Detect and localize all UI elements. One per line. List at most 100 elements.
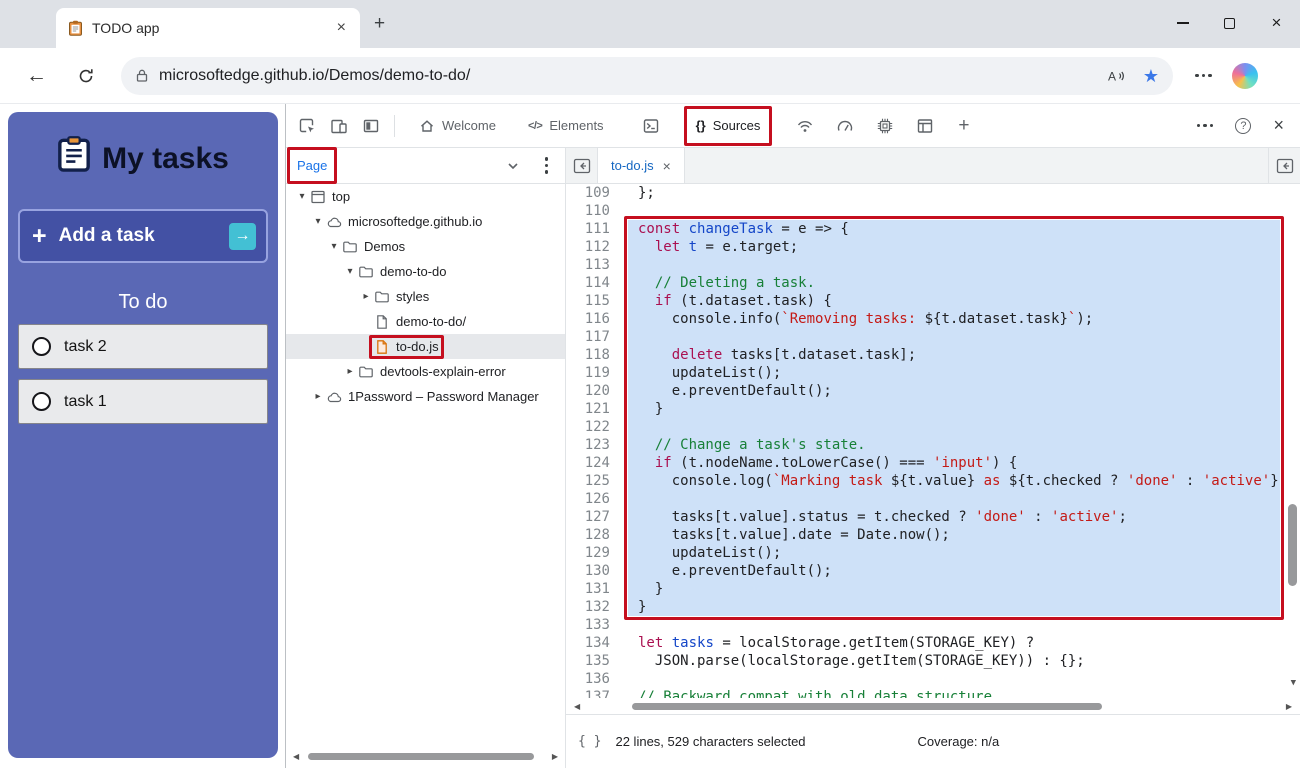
line-number[interactable]: 109 — [566, 184, 622, 202]
line-content[interactable] — [628, 202, 1280, 220]
help-icon[interactable]: ? — [1235, 118, 1251, 134]
line-content[interactable]: if (t.dataset.task) { — [628, 292, 1280, 310]
line-number[interactable]: 110 — [566, 202, 622, 220]
line-number[interactable]: 135 — [566, 652, 622, 670]
tree-item-to-do-js[interactable]: to-do.js — [286, 334, 565, 359]
tree-item-demo-to-do[interactable]: demo-to-do/ — [286, 309, 565, 334]
tree-item-1password-password-manager[interactable]: ▸1Password – Password Manager — [286, 384, 565, 409]
code-line-119[interactable]: 119 updateList(); — [566, 364, 1300, 382]
tab-sources[interactable]: {} Sources — [686, 104, 771, 148]
network-tab-icon[interactable] — [796, 117, 814, 135]
code-line-115[interactable]: 115 if (t.dataset.task) { — [566, 292, 1300, 310]
tree-item-devtools-explain-error[interactable]: ▸devtools-explain-error — [286, 359, 565, 384]
code-editor[interactable]: 109};110111const changeTask = e => {112 … — [566, 184, 1300, 698]
code-line-128[interactable]: 128 tasks[t.value].date = Date.now(); — [566, 526, 1300, 544]
code-line-130[interactable]: 130 e.preventDefault(); — [566, 562, 1300, 580]
task-item[interactable]: task 1 — [18, 379, 268, 424]
line-number[interactable]: 124 — [566, 454, 622, 472]
code-line-110[interactable]: 110 — [566, 202, 1300, 220]
line-number[interactable]: 128 — [566, 526, 622, 544]
scroll-left-icon[interactable]: ◀ — [574, 702, 580, 711]
code-line-121[interactable]: 121 } — [566, 400, 1300, 418]
line-content[interactable] — [628, 256, 1280, 274]
line-content[interactable]: } — [628, 580, 1280, 598]
line-number[interactable]: 126 — [566, 490, 622, 508]
line-number[interactable]: 129 — [566, 544, 622, 562]
pretty-print-icon[interactable]: { } — [578, 734, 601, 749]
line-content[interactable] — [628, 616, 1280, 634]
navigator-tab-page[interactable]: Page — [297, 158, 327, 173]
code-line-111[interactable]: 111const changeTask = e => { — [566, 220, 1300, 238]
url-text[interactable]: microsoftedge.github.io/Demos/demo-to-do… — [159, 67, 1108, 85]
task-checkbox[interactable] — [32, 337, 51, 356]
console-tab-icon[interactable] — [642, 117, 660, 135]
code-line-113[interactable]: 113 — [566, 256, 1300, 274]
line-number[interactable]: 122 — [566, 418, 622, 436]
tree-item-styles[interactable]: ▸styles — [286, 284, 565, 309]
code-line-126[interactable]: 126 — [566, 490, 1300, 508]
add-task-button[interactable]: + Add a task → — [18, 209, 268, 263]
line-number[interactable]: 111 — [566, 220, 622, 238]
scroll-right-icon[interactable]: ▶ — [552, 752, 558, 761]
code-line-132[interactable]: 132} — [566, 598, 1300, 616]
editor-scrollbar-thumb[interactable] — [632, 703, 1102, 710]
line-number[interactable]: 125 — [566, 472, 622, 490]
code-line-136[interactable]: 136 — [566, 670, 1300, 688]
new-tab-button[interactable]: + — [374, 13, 385, 35]
line-content[interactable]: if (t.nodeName.toLowerCase() === 'input'… — [628, 454, 1280, 472]
read-aloud-icon[interactable]: A — [1108, 69, 1125, 83]
navigator-scrollbar-thumb[interactable] — [308, 753, 534, 760]
code-line-137[interactable]: 137// Backward compat with old data stru… — [566, 688, 1300, 698]
line-content[interactable]: // Deleting a task. — [628, 274, 1280, 292]
devtools-close-icon[interactable]: × — [1273, 115, 1284, 136]
editor-tab-to-do-js[interactable]: to-do.js × — [598, 148, 685, 183]
line-number[interactable]: 118 — [566, 346, 622, 364]
line-number[interactable]: 114 — [566, 274, 622, 292]
browser-tab[interactable]: TODO app × — [56, 8, 360, 48]
browser-menu-icon[interactable] — [1195, 74, 1212, 78]
scroll-left-icon[interactable]: ◀ — [293, 752, 299, 761]
expand-icon[interactable]: ▸ — [358, 291, 374, 302]
line-number[interactable]: 119 — [566, 364, 622, 382]
line-content[interactable]: tasks[t.value].status = t.checked ? 'don… — [628, 508, 1280, 526]
line-number[interactable]: 136 — [566, 670, 622, 688]
back-button[interactable]: ← — [26, 64, 47, 88]
line-content[interactable] — [628, 670, 1280, 688]
collapse-icon[interactable]: ▾ — [342, 266, 358, 277]
line-number[interactable]: 131 — [566, 580, 622, 598]
line-number[interactable]: 120 — [566, 382, 622, 400]
tree-item-top[interactable]: ▾top — [286, 184, 565, 209]
code-line-135[interactable]: 135 JSON.parse(localStorage.getItem(STOR… — [566, 652, 1300, 670]
line-content[interactable]: }; — [628, 184, 1280, 202]
line-number[interactable]: 115 — [566, 292, 622, 310]
application-tab-icon[interactable] — [916, 117, 934, 135]
line-number[interactable]: 121 — [566, 400, 622, 418]
code-line-114[interactable]: 114 // Deleting a task. — [566, 274, 1300, 292]
tab-elements[interactable]: </> Elements — [518, 104, 614, 148]
tab-welcome[interactable]: Welcome — [409, 104, 506, 148]
line-content[interactable]: } — [628, 400, 1280, 418]
line-number[interactable]: 132 — [566, 598, 622, 616]
line-content[interactable] — [628, 418, 1280, 436]
code-line-129[interactable]: 129 updateList(); — [566, 544, 1300, 562]
code-line-133[interactable]: 133 — [566, 616, 1300, 634]
devtools-menu-icon[interactable] — [1197, 124, 1214, 128]
toggle-debugger-sidebar-icon[interactable] — [1268, 148, 1300, 183]
code-line-123[interactable]: 123 // Change a task's state. — [566, 436, 1300, 454]
line-number[interactable]: 117 — [566, 328, 622, 346]
maximize-button[interactable] — [1206, 0, 1253, 46]
expand-icon[interactable]: ▸ — [342, 366, 358, 377]
tree-item-demos[interactable]: ▾Demos — [286, 234, 565, 259]
line-content[interactable]: } — [628, 598, 1280, 616]
line-content[interactable] — [628, 328, 1280, 346]
copilot-icon[interactable] — [1232, 63, 1258, 89]
tree-item-demo-to-do[interactable]: ▾demo-to-do — [286, 259, 565, 284]
code-line-109[interactable]: 109}; — [566, 184, 1300, 202]
line-content[interactable]: e.preventDefault(); — [628, 562, 1280, 580]
tab-close-icon[interactable]: × — [335, 19, 348, 37]
refresh-button[interactable] — [77, 67, 95, 85]
device-toolbar-icon[interactable] — [330, 117, 348, 135]
navigator-more-icon[interactable] — [545, 157, 549, 174]
line-content[interactable]: console.log(`Marking task ${t.value} as … — [628, 472, 1280, 490]
line-content[interactable]: tasks[t.value].date = Date.now(); — [628, 526, 1280, 544]
